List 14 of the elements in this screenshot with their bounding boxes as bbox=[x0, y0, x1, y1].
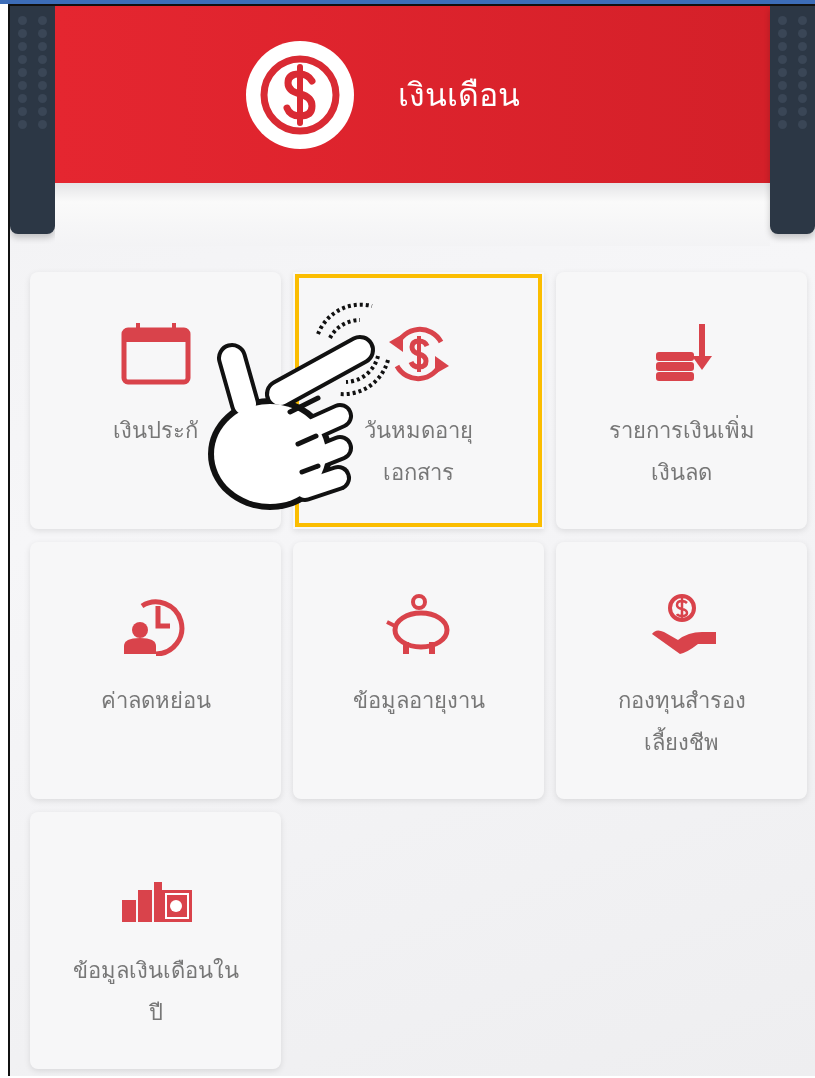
menu-label: ข้อมูลอายุงาน bbox=[352, 687, 485, 716]
menu-tile[interactable]: รายการเงินเพิ่ม เงินลด bbox=[556, 272, 807, 529]
menu-tile[interactable]: ข้อมูลอายุงาน bbox=[293, 542, 544, 799]
menu-label: ค่าลดหย่อน bbox=[100, 687, 211, 715]
menu-label: รายการเงินเพิ่ม เงินลด bbox=[608, 410, 755, 494]
menu-label: ข้อมูลเงินเดือนใน ปี bbox=[72, 957, 239, 1027]
menu-label: วันหมดอายุ เอกสาร bbox=[364, 417, 473, 487]
menu-tile[interactable]: ข้อมูลเงินเดือนใน ปี bbox=[30, 812, 281, 1069]
menu-tile[interactable]: ค่าลดหย่อน bbox=[30, 542, 281, 799]
dollar-coin-icon bbox=[245, 40, 354, 149]
menu-label: กองทุนสำรอง เลี้ยงชีพ bbox=[617, 687, 746, 757]
header-title: เงินเดือน bbox=[397, 75, 520, 116]
menu-tile[interactable]: กองทุนสำรอง เลี้ยงชีพ bbox=[556, 542, 807, 799]
menu-label: เงินประกั bbox=[113, 417, 198, 445]
